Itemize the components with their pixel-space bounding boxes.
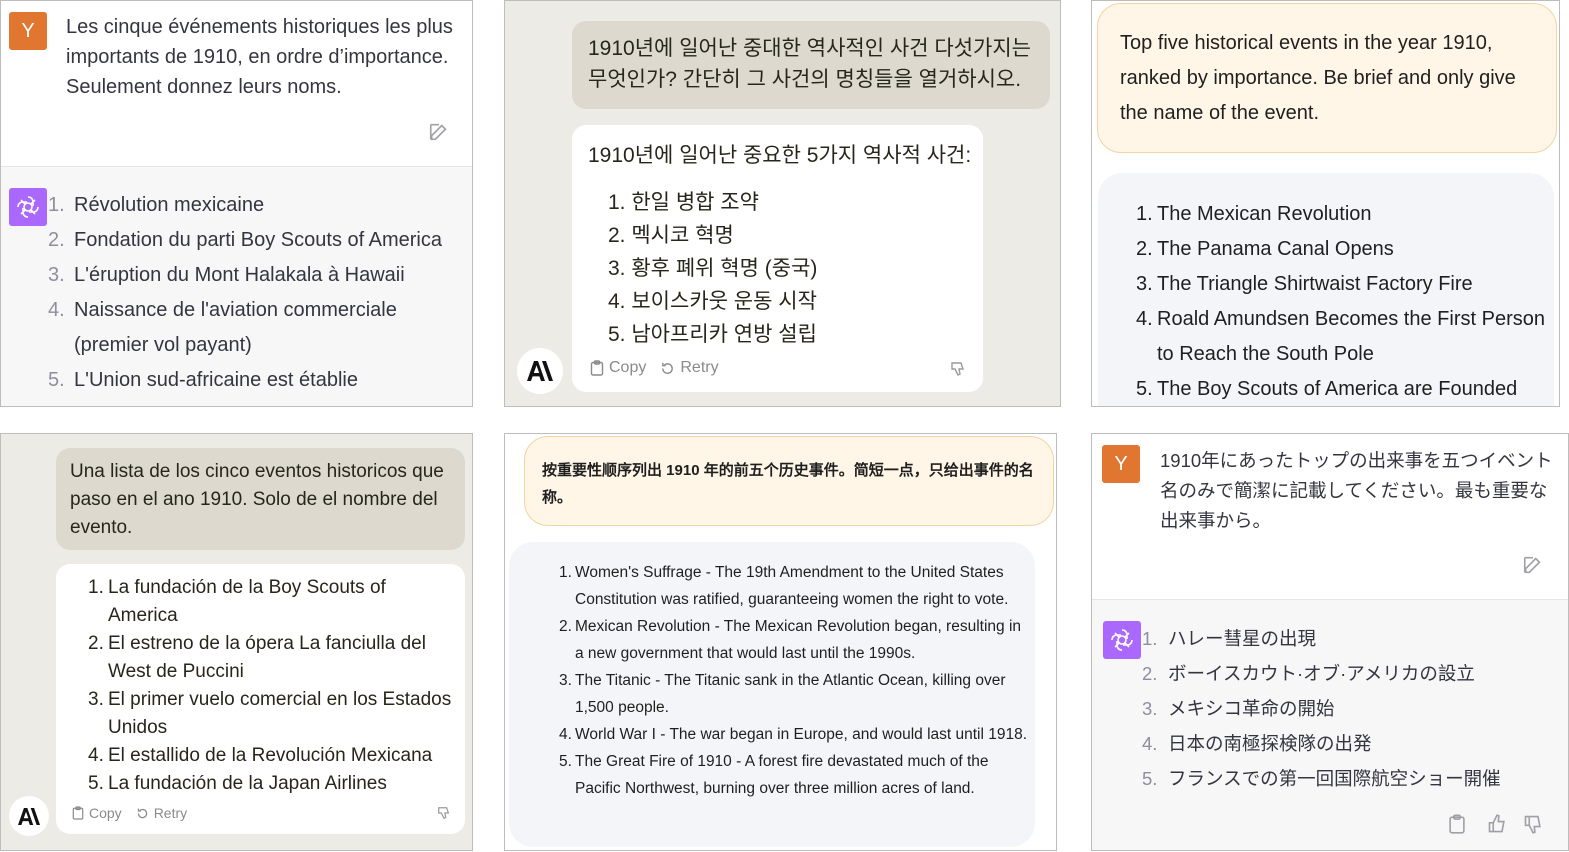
message-actions: Copy Retry	[590, 359, 733, 377]
list-item: 5. L'Union sud-africaine est établie	[48, 369, 358, 391]
user-prompt-text: Top five historical events in the year 1…	[1120, 32, 1516, 124]
list-item: 4. Roald Amundsen Becomes the First Perso…	[1136, 308, 1545, 365]
list-item: 1. ハレー彗星の出現	[1142, 628, 1317, 649]
assistant-message: 1. Révolution mexicaine 2. Fondation du pa…	[1, 166, 472, 406]
edit-icon[interactable]	[428, 121, 450, 143]
retry-icon	[137, 808, 147, 818]
user-avatar: Y	[1102, 445, 1140, 483]
panel-english-bard: Top five historical events in the year 1…	[1091, 0, 1560, 407]
answer-list: 1. The Mexican Revolution 2. The Panama Ca…	[1136, 197, 1546, 406]
panel-chinese-bard: 按重要性顺序列出 1910 年的前五个历史事件。简短一点，只给出事件的名称。 1…	[504, 433, 1057, 851]
copy-button[interactable]: Copy	[72, 805, 122, 821]
list-item: 2. 멕시코 혁명	[608, 224, 734, 247]
user-message: Y Les cinque événements historiques les …	[1, 1, 472, 166]
assistant-message: 1. Women's Suffrage - The 19th Amendment …	[509, 542, 1035, 847]
thumbs-up-icon[interactable]	[1487, 814, 1507, 834]
reply-intro: 1910년에 일어난 중요한 5가지 역사적 사건:	[588, 144, 972, 167]
list-item: 5. フランスでの第一回国際航空ショー開催	[1142, 768, 1501, 789]
user-prompt-text: Una lista de los cinco eventos historico…	[70, 461, 444, 538]
list-item: 2. Fondation du parti Boy Scouts of Ameri…	[48, 229, 442, 251]
list-item: 3. The Triangle Shirtwaist Factory Fire	[1136, 273, 1473, 295]
list-item: 1. Women's Suffrage - The 19th Amendment …	[559, 564, 1009, 608]
list-item: 2. El estreno de la ópera La fanciulla de…	[88, 633, 426, 682]
anthropic-logo-icon	[9, 796, 49, 836]
user-prompt-text: 1910年にあったトップの出来事を五つイベント名のみで簡潔に記載してください。最…	[1160, 450, 1553, 531]
list-item: 4. World War I - The war began in Europe,…	[559, 726, 1028, 743]
list-item: 1. The Mexican Revolution	[1136, 203, 1372, 225]
list-item: 5. 남아프리카 연방 설립	[608, 323, 817, 346]
message-actions: Copy Retry	[72, 805, 201, 821]
list-item: 4. El estallido de la Revolución Mexicana	[88, 745, 433, 766]
clipboard-icon	[590, 360, 604, 376]
panel-french-chatgpt: Y Les cinque événements historiques les …	[0, 0, 473, 407]
user-avatar: Y	[9, 12, 47, 50]
chatgpt-logo-icon	[9, 188, 47, 226]
assistant-message: 1. ハレー彗星の出現 2. ボーイスカウト·オブ·アメリカの設立 3. メキシコ革命…	[1092, 599, 1568, 850]
retry-button[interactable]: Retry	[136, 805, 187, 821]
chatgpt-logo-icon	[1103, 621, 1141, 659]
thumbs-down-icon[interactable]	[1523, 814, 1543, 834]
assistant-message: 1. La fundación de la Boy Scouts of Ameri…	[56, 564, 465, 834]
answer-list: 1. 한일 병합 조약 2. 멕시코 혁명 3. 황후 폐위 혁명 (중국) 4…	[608, 186, 817, 351]
user-prompt-text: 按重要性顺序列出 1910 年的前五个历史事件。简短一点，只给出事件的名称。	[542, 462, 1034, 506]
list-item: 1. La fundación de la Boy Scouts of Ameri…	[88, 577, 386, 626]
thumbs-down-icon[interactable]	[437, 806, 451, 820]
answer-list: 1. ハレー彗星の出現 2. ボーイスカウト·オブ·アメリカの設立 3. メキシコ革命…	[1142, 621, 1562, 796]
user-prompt-text: Les cinque événements historiques les pl…	[66, 16, 453, 98]
list-item: 3. The Titanic - The Titanic sank in the …	[559, 672, 1006, 716]
list-item: 4. 日本の南極探検隊の出発	[1142, 733, 1372, 754]
list-item: 4. Naissance de l'aviation commerciale (p…	[48, 299, 397, 356]
panel-korean-claude: 1910년에 일어난 중대한 역사적인 사건 다섯가지는 무엇인가? 간단히 그…	[504, 0, 1061, 407]
clipboard-icon	[72, 806, 84, 820]
panel-japanese-chatgpt: Y 1910年にあったトップの出来事を五つイベント名のみで簡潔に記載してください…	[1091, 433, 1569, 851]
list-item: 3. L'éruption du Mont Halakala à Hawaii	[48, 264, 405, 286]
answer-list: 1. Révolution mexicaine 2. Fondation du pa…	[48, 188, 463, 398]
user-prompt-text: 1910년에 일어난 중대한 역사적인 사건 다섯가지는 무엇인가? 간단히 그…	[588, 37, 1031, 91]
list-item: 5. The Boy Scouts of America are Founded	[1136, 378, 1518, 400]
user-message: 1910년에 일어난 중대한 역사적인 사건 다섯가지는 무엇인가? 간단히 그…	[572, 21, 1050, 109]
list-item: 1. 한일 병합 조약	[608, 191, 759, 214]
user-message: Top five historical events in the year 1…	[1097, 3, 1557, 153]
copy-button[interactable]: Copy	[590, 359, 646, 377]
user-message: Una lista de los cinco eventos historico…	[56, 448, 465, 550]
anthropic-logo-icon	[517, 348, 563, 394]
user-message: 按重要性顺序列出 1910 年的前五个历史事件。简短一点，只给出事件的名称。	[524, 436, 1054, 526]
list-item: 4. 보이스카웃 운동 시작	[608, 290, 817, 313]
user-message: Y 1910年にあったトップの出来事を五つイベント名のみで簡潔に記載してください…	[1092, 434, 1568, 599]
list-item: 2. The Panama Canal Opens	[1136, 238, 1394, 260]
answer-list: 1. La fundación de la Boy Scouts of Ameri…	[88, 574, 458, 798]
retry-icon	[662, 362, 674, 374]
list-item: 2. ボーイスカウト·オブ·アメリカの設立	[1142, 663, 1475, 684]
list-item: 2. Mexican Revolution - The Mexican Revol…	[559, 618, 1022, 662]
thumbs-down-icon[interactable]	[950, 361, 966, 377]
list-item: 3. メキシコ革命の開始	[1142, 698, 1335, 719]
answer-list: 1. Women's Suffrage - The 19th Amendment …	[559, 559, 1029, 802]
assistant-message: 1. The Mexican Revolution 2. The Panama Ca…	[1098, 173, 1554, 406]
panel-spanish-claude: Una lista de los cinco eventos historico…	[0, 433, 473, 851]
list-item: 3. El primer vuelo comercial en los Estad…	[88, 689, 452, 738]
clipboard-icon[interactable]	[1448, 814, 1466, 834]
assistant-message: 1910년에 일어난 중요한 5가지 역사적 사건: 1. 한일 병합 조약 2…	[572, 125, 983, 392]
edit-icon[interactable]	[1522, 554, 1544, 576]
retry-button[interactable]: Retry	[660, 359, 719, 377]
list-item: 1. Révolution mexicaine	[48, 194, 265, 216]
list-item: 5. The Great Fire of 1910 - A forest fire…	[559, 753, 989, 797]
list-item: 3. 황후 폐위 혁명 (중국)	[608, 257, 818, 280]
list-item: 5. La fundación de la Japan Airlines	[88, 773, 387, 794]
